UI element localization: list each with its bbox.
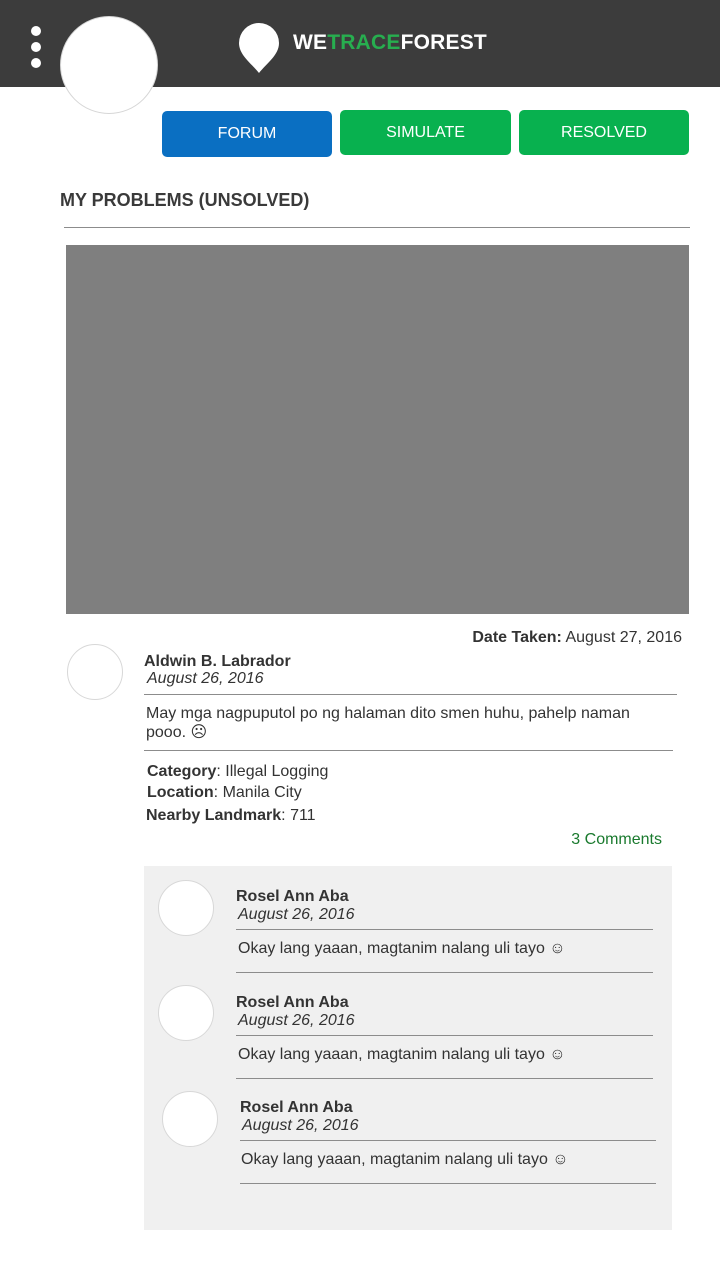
- brand-logo-text: WETRACEFOREST: [293, 31, 487, 54]
- comments-count-link[interactable]: 3 Comments: [571, 831, 662, 849]
- tab-simulate[interactable]: SIMULATE: [340, 110, 511, 155]
- comment-divider: [240, 1140, 656, 1141]
- post-location: Location: Manila City: [147, 784, 302, 801]
- comment-text: Okay lang yaaan, magtanim nalang uli tay…: [241, 1151, 569, 1168]
- comments-panel: Rosel Ann Aba August 26, 2016 Okay lang …: [144, 866, 672, 1230]
- title-divider: [64, 227, 690, 228]
- more-vertical-icon[interactable]: [28, 26, 44, 72]
- comment-date: August 26, 2016: [238, 906, 355, 923]
- page-title: MY PROBLEMS (UNSOLVED): [60, 190, 310, 210]
- comment-item: Rosel Ann Aba August 26, 2016 Okay lang …: [144, 1090, 672, 1195]
- comment-text: Okay lang yaaan, magtanim nalang uli tay…: [238, 940, 566, 957]
- tab-forum[interactable]: FORUM: [162, 111, 332, 157]
- user-avatar[interactable]: [60, 16, 158, 114]
- comment-text: Okay lang yaaan, magtanim nalang uli tay…: [238, 1046, 566, 1063]
- date-taken-value: August 27, 2016: [565, 629, 682, 646]
- commenter-avatar[interactable]: [158, 880, 214, 936]
- comment-bottom-divider: [236, 972, 653, 973]
- comment-author[interactable]: Rosel Ann Aba: [240, 1099, 353, 1117]
- post-date: August 26, 2016: [147, 670, 264, 687]
- comment-author[interactable]: Rosel Ann Aba: [236, 994, 349, 1012]
- commenter-avatar[interactable]: [158, 985, 214, 1041]
- post-author[interactable]: Aldwin B. Labrador: [144, 653, 291, 671]
- date-taken: Date Taken: August 27, 2016: [472, 629, 682, 647]
- post-text: May mga nagpuputol po ng halaman dito sm…: [146, 705, 630, 741]
- comment-date: August 26, 2016: [238, 1012, 355, 1029]
- tab-resolved[interactable]: RESOLVED: [519, 110, 689, 155]
- comment-author[interactable]: Rosel Ann Aba: [236, 888, 349, 906]
- problem-photo[interactable]: [66, 245, 689, 614]
- comment-bottom-divider: [240, 1183, 656, 1184]
- comment-item: Rosel Ann Aba August 26, 2016 Okay lang …: [144, 984, 672, 1089]
- location-pin-icon: [239, 23, 279, 73]
- comment-bottom-divider: [236, 1078, 653, 1079]
- comment-divider: [236, 929, 653, 930]
- comment-date: August 26, 2016: [242, 1117, 359, 1134]
- post-landmark: Nearby Landmark: 711: [146, 807, 316, 824]
- comment-divider: [236, 1035, 653, 1036]
- comment-item: Rosel Ann Aba August 26, 2016 Okay lang …: [144, 878, 672, 983]
- commenter-avatar[interactable]: [162, 1091, 218, 1147]
- author-avatar[interactable]: [67, 644, 123, 700]
- post-text-divider: [144, 750, 673, 751]
- date-taken-label: Date Taken:: [472, 629, 562, 646]
- post-category: Category: Illegal Logging: [147, 763, 329, 780]
- post-divider: [144, 694, 677, 695]
